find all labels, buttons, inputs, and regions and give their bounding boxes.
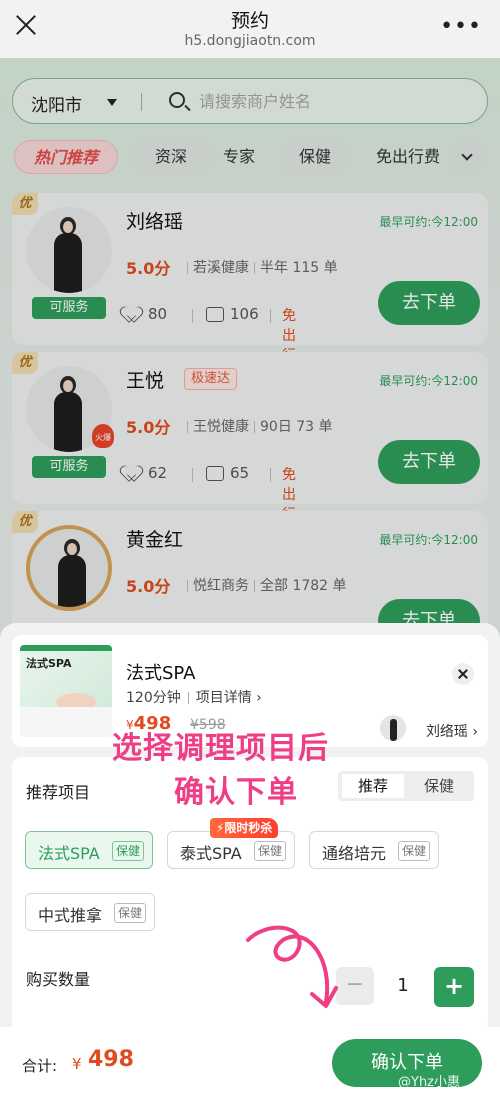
currency-symbol: ¥ [72,1055,82,1073]
option-thai-spa[interactable]: ⚡限时秒杀 泰式SPA 保健 [167,818,295,869]
tab-health[interactable]: 保健 [408,774,470,798]
page-url: h5.dongjiaotn.com [184,33,316,49]
total-price: 498 [88,1047,134,1072]
watermark: @Yhz小惠 [398,1075,461,1090]
annotation-text: 选择调理项目后 确认下单 [112,727,329,815]
thumb-stripe [20,645,112,651]
option-label: 法式SPA [38,844,100,863]
option-tag: 保健 [114,903,147,923]
option-tag: 保健 [398,841,431,861]
product-duration: 120分钟 项目详情 › [126,687,262,707]
page-title: 预约 [230,10,269,32]
more-icon[interactable]: ••• [440,14,482,39]
option-meridian[interactable]: 通络培元 保健 [309,831,439,869]
option-label: 中式推拿 [38,906,103,925]
detail-link[interactable]: 项目详情 › [196,690,262,706]
checkout-footer: 合计: ¥ 498 确认下单 @Yhz小惠 [0,1027,500,1097]
option-tag: 保健 [254,841,287,861]
annotation-arrow-icon [246,925,338,1008]
annotation-line-1: 选择调理项目后 [112,731,329,766]
order-bottom-sheet: 法式SPA 法式SPA 120分钟 项目详情 › ¥498 ¥598 刘络瑶 › … [0,623,500,1097]
option-french-spa[interactable]: 法式SPA 保健 [25,831,153,869]
thumb-title: 法式SPA [26,657,72,670]
close-icon[interactable] [452,663,474,685]
option-chinese-massage[interactable]: 中式推拿 保健 [25,893,155,931]
duration-text: 120分钟 [126,690,181,706]
option-label: 泰式SPA [180,844,242,863]
section-title: 推荐项目 [26,783,91,802]
product-name: 法式SPA [126,663,196,684]
flash-sale-badge: ⚡限时秒杀 [210,818,279,838]
total-label: 合计: [22,1057,58,1075]
technician-avatar [380,715,406,741]
quantity-label: 购买数量 [26,970,91,989]
annotation-line-2: 确认下单 [174,775,298,810]
thumb-towel [20,707,112,737]
option-label: 通络培元 [322,844,387,863]
browser-topbar: 预约 h5.dongjiaotn.com ••• [0,0,500,58]
option-tag: 保健 [112,841,145,861]
technician-link[interactable]: 刘络瑶 › [426,721,478,741]
product-thumbnail: 法式SPA [20,645,112,737]
tab-recommended[interactable]: 推荐 [342,774,404,798]
category-toggle: 推荐 保健 [338,771,474,801]
quantity-increase-button[interactable]: + [434,967,474,1007]
divider [187,692,189,704]
quantity-value: 1 [397,975,409,996]
